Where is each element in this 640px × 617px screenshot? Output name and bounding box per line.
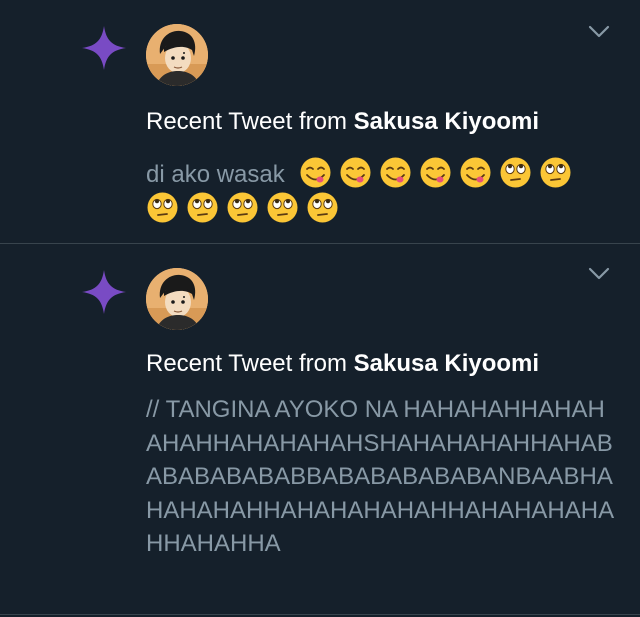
yum-face-emoji <box>299 156 332 189</box>
author-name[interactable]: Sakusa Kiyoomi <box>354 350 539 377</box>
sparkle-icon <box>82 26 126 70</box>
headline-prefix: Recent Tweet from <box>146 350 354 377</box>
eye-roll-face-emoji <box>539 156 572 189</box>
eye-roll-face-emoji <box>146 191 179 224</box>
emoji-row-1 <box>291 157 579 188</box>
yum-face-emoji <box>339 156 372 189</box>
sparkle-icon <box>82 270 126 314</box>
eye-roll-face-emoji <box>186 191 219 224</box>
notification-item[interactable]: Recent Tweet from Sakusa Kiyoomi di ako … <box>0 0 640 244</box>
notification-headline: Recent Tweet from Sakusa Kiyoomi <box>146 108 539 136</box>
eye-roll-face-emoji <box>306 191 339 224</box>
eye-roll-face-emoji <box>499 156 532 189</box>
chevron-down-icon[interactable] <box>588 25 610 39</box>
notifications-timeline: Recent Tweet from Sakusa Kiyoomi di ako … <box>0 0 640 617</box>
yum-face-emoji <box>459 156 492 189</box>
notification-headline: Recent Tweet from Sakusa Kiyoomi <box>146 350 539 378</box>
notification-item[interactable]: Recent Tweet from Sakusa Kiyoomi // TANG… <box>0 244 640 615</box>
author-name[interactable]: Sakusa Kiyoomi <box>354 108 539 135</box>
tweet-text: di ako wasak <box>146 161 285 188</box>
avatar[interactable] <box>146 24 208 86</box>
yum-face-emoji <box>419 156 452 189</box>
eye-roll-face-emoji <box>226 191 259 224</box>
emoji-row-2 <box>146 191 616 226</box>
eye-roll-face-emoji <box>266 191 299 224</box>
avatar[interactable] <box>146 268 208 330</box>
headline-prefix: Recent Tweet from <box>146 108 354 135</box>
yum-face-emoji <box>379 156 412 189</box>
chevron-down-icon[interactable] <box>588 267 610 281</box>
tweet-preview: // TANGINA AYOKO NA HAHAHAHHAHAHAHAHHAHA… <box>146 396 615 557</box>
tweet-preview: di ako wasak <box>146 156 616 226</box>
